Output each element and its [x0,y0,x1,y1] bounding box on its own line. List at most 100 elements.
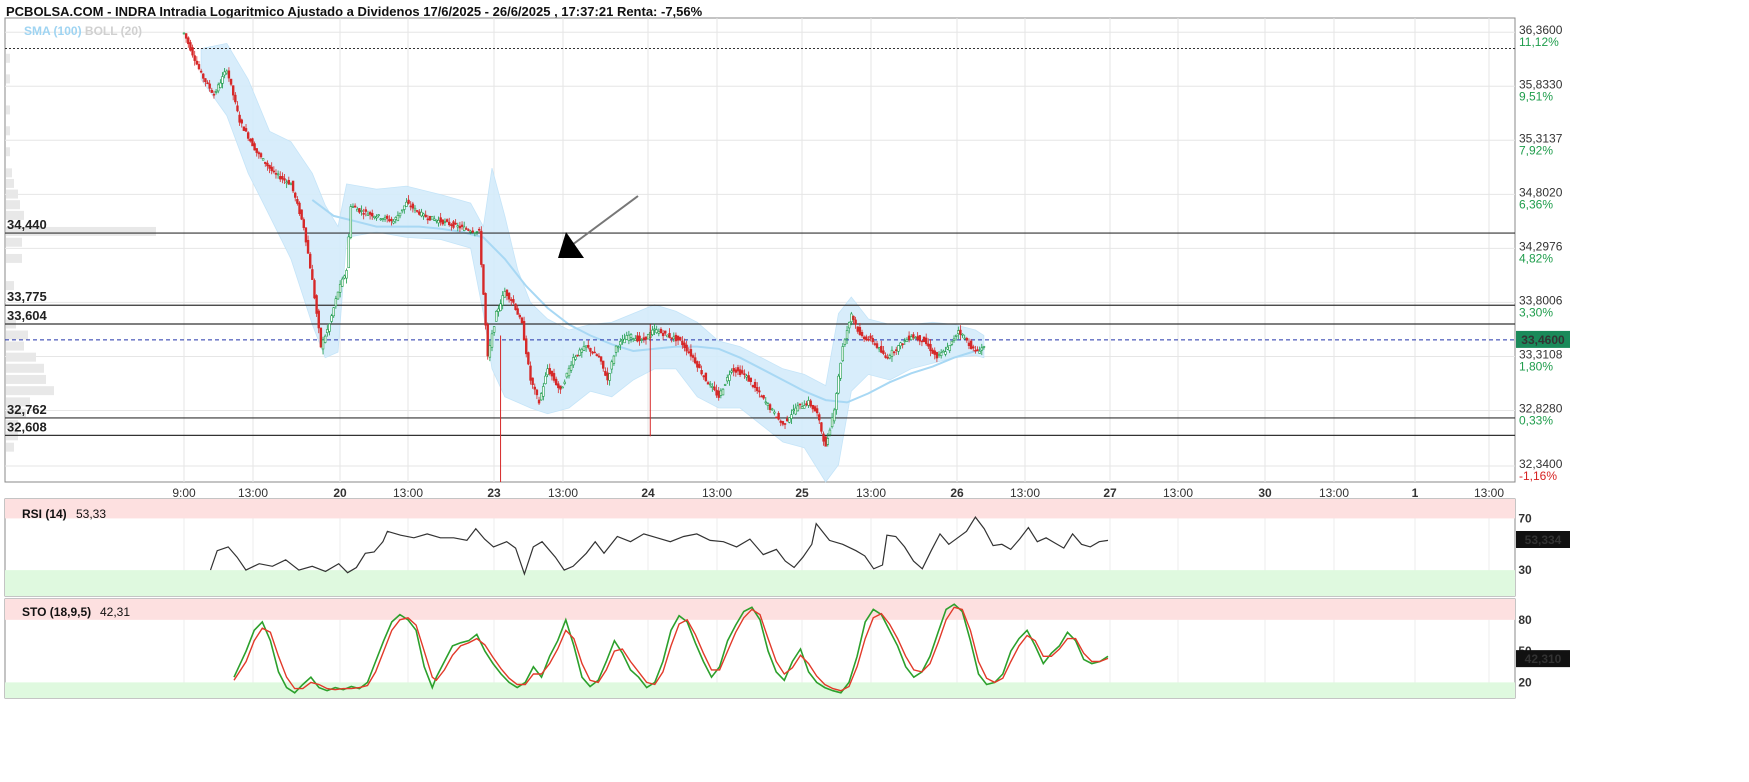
candle-body [473,232,477,234]
rsi-title: RSI (14) [22,507,67,521]
candle-body [749,377,753,382]
candle-body [614,345,618,353]
y-tick-percent: 11,12% [1519,35,1559,49]
sto-title: STO (18,9,5) [22,605,91,619]
candle-body [430,216,434,220]
candle-body [912,334,915,338]
candle-body [952,338,956,342]
candle-body [563,381,566,384]
candle-body [276,173,280,176]
candle-body [826,438,830,445]
candle-body [507,292,511,300]
candle-body [542,386,545,397]
candle-body [326,329,329,334]
candle-body [219,82,222,88]
candle-body [847,321,851,329]
candle-body [845,330,849,339]
x-tick-label: 13:00 [856,486,886,500]
candle-body [657,331,661,334]
candle-body [338,283,342,293]
rsi-y-tick: 30 [1518,563,1532,577]
candle-body [437,220,440,224]
candle-body [839,362,842,379]
candle-body [285,181,288,184]
candle-body [375,216,378,219]
candle-body [514,303,517,310]
candle-body [302,219,305,228]
candle-body [569,364,573,371]
candle-body [747,375,750,382]
candle-body [756,387,759,392]
candle-body [950,340,954,345]
candle-body [595,354,599,356]
candle-body [270,166,273,172]
candle-body [559,385,562,390]
candle-body [356,208,359,212]
candle-body [544,375,547,385]
candle-body [770,408,774,411]
sto-value: 42,31 [100,605,130,619]
candle-body [815,408,819,414]
volume-profile-bar [6,147,10,157]
candle-body [873,343,877,345]
candle-body [550,370,554,377]
candle-body [578,349,581,356]
y-tick-percent: 0,33% [1519,413,1553,427]
x-tick-label: 25 [795,486,809,500]
candle-body [400,209,404,212]
candle-body [738,369,742,375]
candle-body [452,221,455,228]
candle-body [886,357,889,359]
candle-body [368,212,372,215]
volume-profile-bar [6,168,12,178]
candle-body [362,213,365,215]
rsi-oversold-zone [5,570,1515,596]
candle-body [897,345,900,352]
candle-body [867,338,870,341]
candle-body [392,220,395,224]
candle-body [785,418,789,422]
candle-body [882,350,885,354]
candle-body [668,333,671,338]
candle-body [383,216,387,220]
candle-body [499,303,502,311]
candle-body [450,224,453,226]
candle-body [298,202,301,215]
candle-body [497,308,500,312]
candle-body [488,345,492,358]
candle-body [640,339,643,341]
chart-canvas[interactable]: 9:00 13:00 20 13:00 23 13:00 24 13:00 25 13:00 26 1… [0,0,1749,782]
candle-body [734,369,738,373]
candle-body [537,399,541,404]
candle-body [629,334,633,338]
candle-body [279,176,282,180]
y-tick-percent: 9,51% [1519,89,1553,103]
candle-body [349,206,353,238]
candle-body [294,192,297,198]
candle-body [651,329,654,335]
candle-body [255,148,258,153]
candle-body [477,228,481,231]
candle-body [664,330,667,334]
candle-body [685,344,688,352]
candle-body [426,218,430,221]
volume-profile-bar [6,363,44,373]
y-tick-percent: 7,92% [1519,143,1553,157]
candle-body [182,32,186,35]
candle-body [702,375,705,378]
candle-body [456,225,459,228]
candle-body [554,378,558,386]
candle-body [929,344,932,352]
candle-body [227,70,231,79]
x-tick-label: 13:00 [702,486,732,500]
candle-body [396,215,400,222]
candle-body [775,416,778,419]
candle-body [728,374,731,381]
candle-body [768,404,772,410]
candle-body [283,178,286,181]
candle-body [390,218,393,222]
candle-body [225,70,228,74]
candle-body [726,377,729,382]
candle-body [465,228,468,230]
candle-body [980,347,984,351]
